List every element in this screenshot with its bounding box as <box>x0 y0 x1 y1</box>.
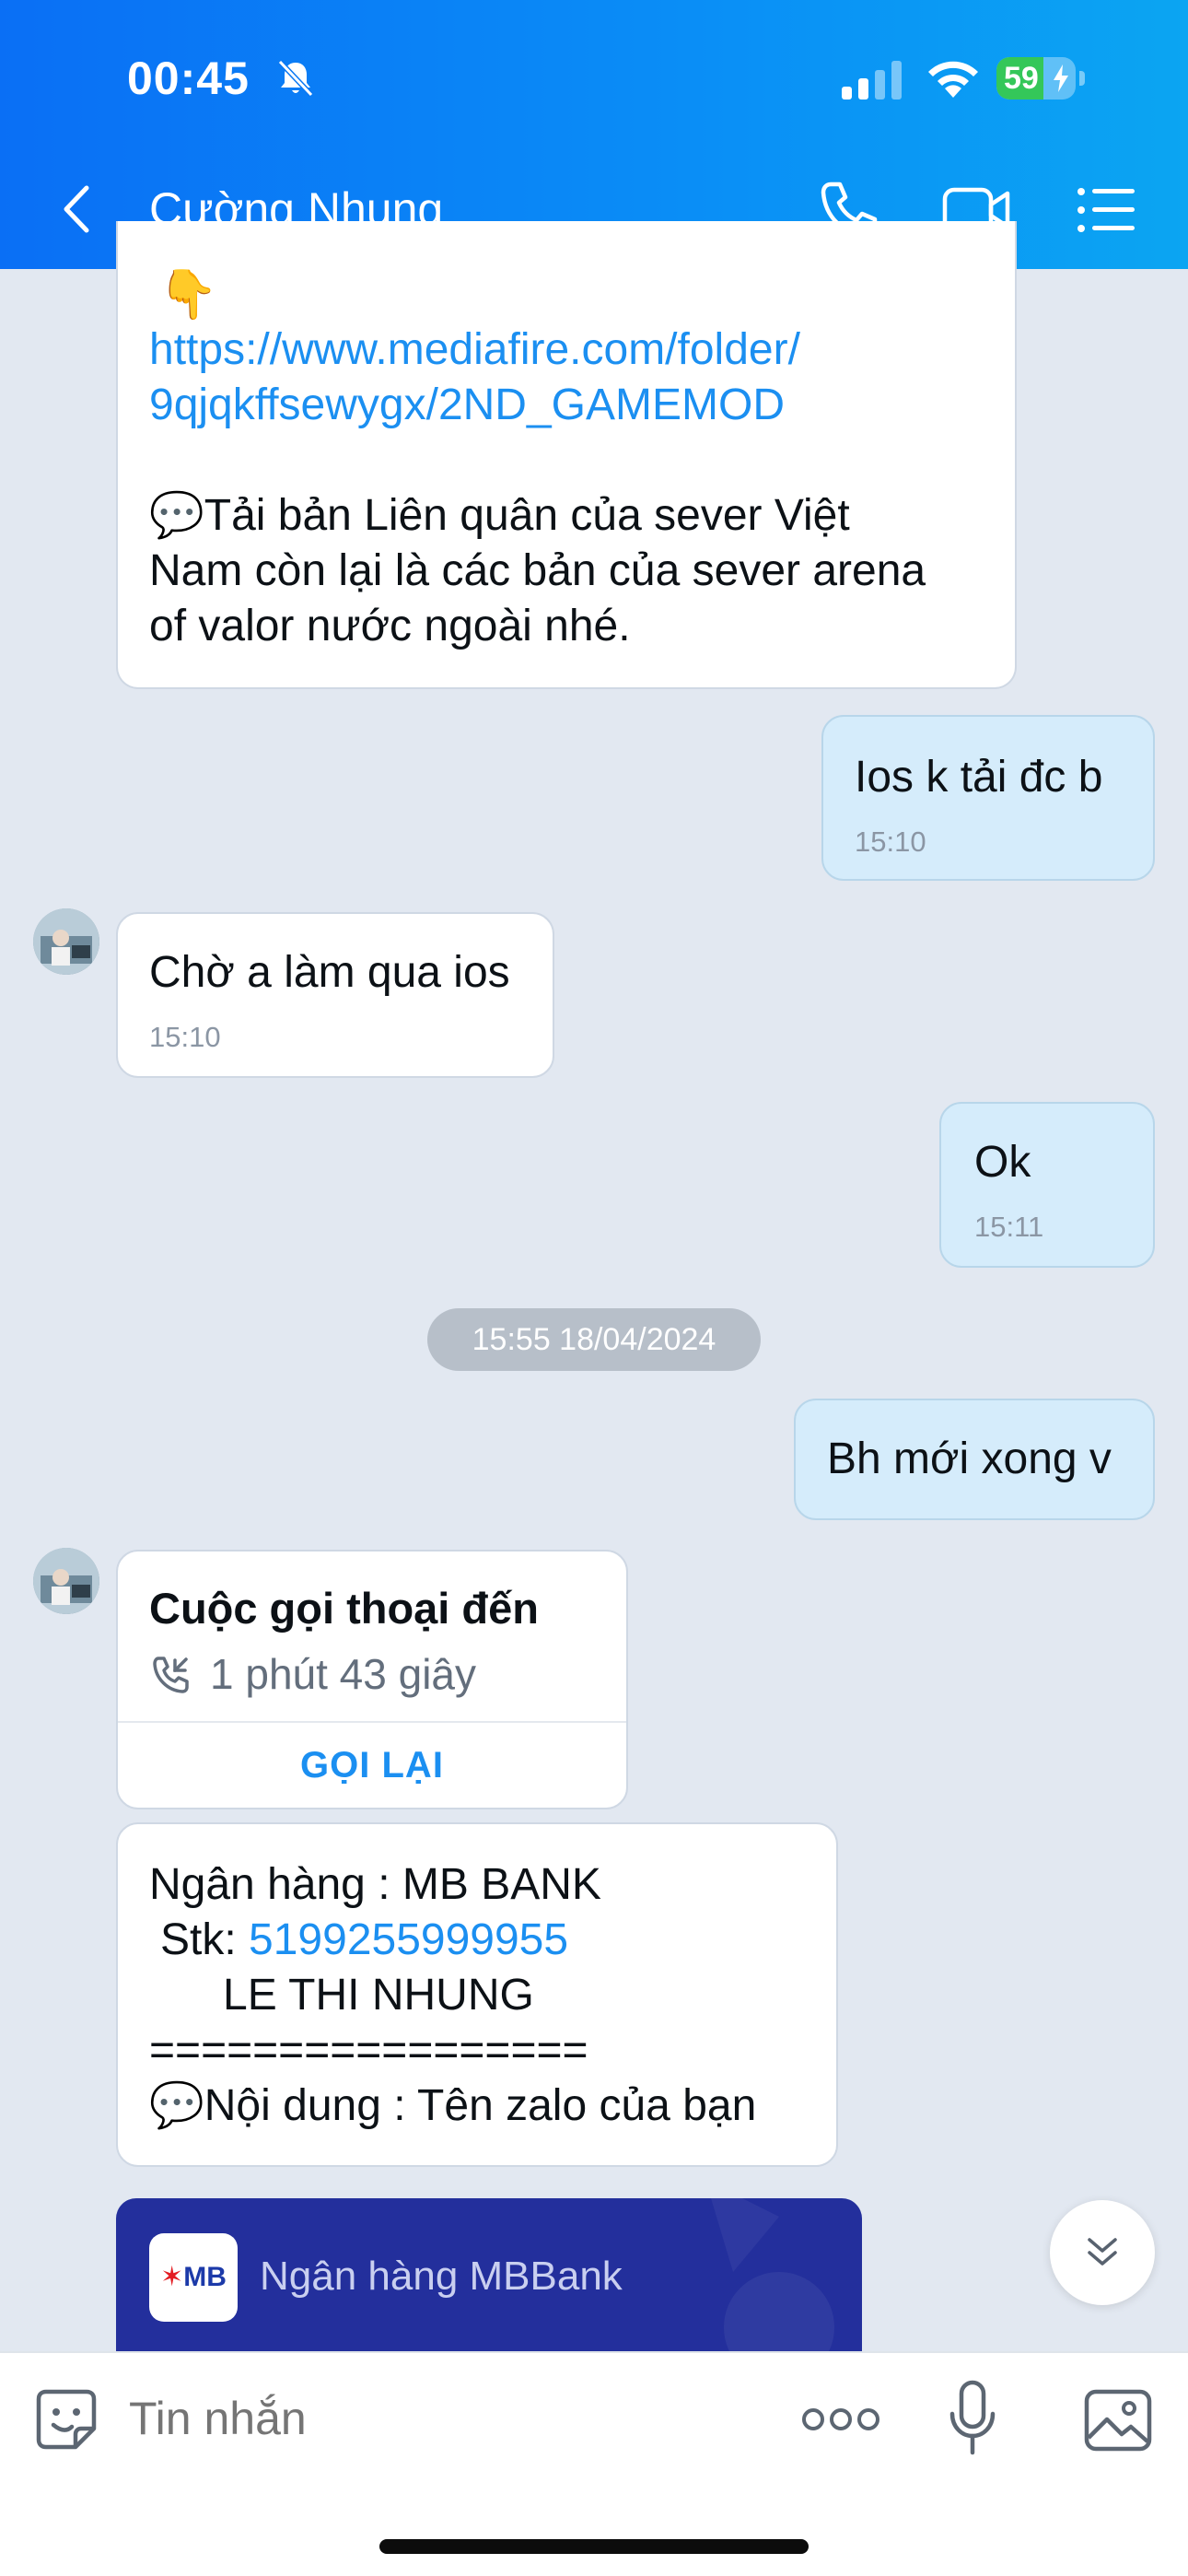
sticker-face-icon[interactable] <box>33 2386 99 2453</box>
bank-line: Ngân hàng : MB BANK <box>149 1860 601 1909</box>
account-number-link[interactable]: 5199255999955 <box>249 1915 568 1964</box>
bank-card-title: Ngân hàng MBBank <box>260 2254 623 2299</box>
image-gallery-icon[interactable] <box>1083 2388 1153 2453</box>
message-bubble-outgoing[interactable]: Ios k tải đc b 15:10 <box>821 715 1155 881</box>
link-line-2: 9qjqkffsewygx/2ND_GAMEMOD <box>149 381 785 429</box>
mbbank-star-icon: ✶ <box>160 2262 184 2292</box>
input-divider <box>0 2351 1188 2353</box>
separator-line: ================= <box>149 2026 588 2075</box>
incoming-call-icon <box>153 1657 189 1693</box>
home-indicator[interactable] <box>379 2539 809 2554</box>
message-text: 💬Tải bản Liên quân của sever Việt Nam cò… <box>149 488 1006 654</box>
message-time: 15:11 <box>974 1211 1044 1243</box>
account-holder: LE THI NHUNG <box>223 1971 534 2020</box>
call-divider <box>118 1721 626 1723</box>
call-back-button[interactable]: GỌI LẠI <box>118 1745 626 1786</box>
text-line-1: Tải bản Liên quân của sever Việt <box>204 491 850 540</box>
speech-bubble-emoji: 💬 <box>149 491 204 540</box>
content-line: 💬Nội dung : Tên zalo của bạn <box>149 2078 756 2134</box>
message-text: Ios k tải đc b <box>855 753 1103 802</box>
link-line-1: https://www.mediafire.com/folder/ <box>149 325 800 374</box>
call-duration: 1 phút 43 giây <box>210 1650 477 1698</box>
call-title: Cuộc gọi thoại đến <box>149 1584 539 1633</box>
mbbank-logo: ✶MB <box>149 2233 238 2322</box>
signal-icon <box>842 61 902 100</box>
more-dots-icon[interactable] <box>801 2406 880 2432</box>
message-bubble-outgoing[interactable]: Bh mới xong v <box>794 1399 1155 1520</box>
message-time: 15:10 <box>855 825 926 858</box>
status-time: 00:45 <box>127 53 250 104</box>
pointing-down-emoji: 👇 <box>158 268 218 322</box>
avatar[interactable] <box>33 908 99 975</box>
scroll-to-bottom-button[interactable] <box>1050 2200 1155 2305</box>
chat-screen: 00:45 59 Cường Nhung 👇 https://www.media… <box>0 0 1188 2576</box>
message-text: Bh mới xong v <box>827 1434 1112 1483</box>
avatar-image <box>33 908 99 975</box>
battery-tip <box>1079 71 1085 86</box>
battery-percent: 59 <box>1004 61 1039 96</box>
avatar[interactable] <box>33 1548 99 1614</box>
bell-slash-icon <box>277 59 314 98</box>
message-bubble-outgoing[interactable]: Ok 15:11 <box>939 1102 1155 1268</box>
message-input[interactable] <box>129 2386 645 2451</box>
message-text: Chờ a làm qua ios <box>149 948 510 997</box>
speech-bubble-emoji: 💬 <box>149 2081 204 2130</box>
charging-bolt-icon <box>1054 64 1068 92</box>
mbbank-logo-text: MB <box>183 2262 227 2292</box>
text-line-2: Nam còn lại là các bản của sever arena <box>149 546 926 595</box>
account-number-line: Stk: 5199255999955 <box>160 1913 568 1968</box>
battery-charging-icon: 59 <box>996 57 1085 100</box>
message-time: 15:10 <box>149 1021 221 1053</box>
account-label: Stk: <box>160 1915 250 1964</box>
microphone-icon[interactable] <box>949 2379 996 2456</box>
message-bubble-bank-info[interactable]: Ngân hàng : MB BANK Stk: 5199255999955 L… <box>116 1822 838 2167</box>
content-text: Nội dung : Tên zalo của bạn <box>204 2081 757 2130</box>
avatar-image <box>33 1548 99 1614</box>
double-chevron-down-icon <box>1088 2238 1117 2266</box>
mediafire-link[interactable]: https://www.mediafire.com/folder/ 9qjqkf… <box>149 322 800 433</box>
wifi-icon <box>928 61 978 98</box>
battery-body: 59 <box>996 57 1076 100</box>
call-card[interactable]: Cuộc gọi thoại đến 1 phút 43 giây GỌI LẠ… <box>116 1550 628 1809</box>
date-separator: 15:55 18/04/2024 <box>427 1308 761 1371</box>
message-text: Ok <box>974 1138 1031 1187</box>
back-chevron-icon[interactable] <box>55 181 101 238</box>
message-bubble-link[interactable]: 👇 https://www.mediafire.com/folder/ 9qjq… <box>116 221 1017 689</box>
text-line-3: of valor nước ngoài nhé. <box>149 602 631 650</box>
menu-list-icon[interactable] <box>1076 179 1136 241</box>
message-bubble-incoming[interactable]: Chờ a làm qua ios 15:10 <box>116 912 554 1078</box>
